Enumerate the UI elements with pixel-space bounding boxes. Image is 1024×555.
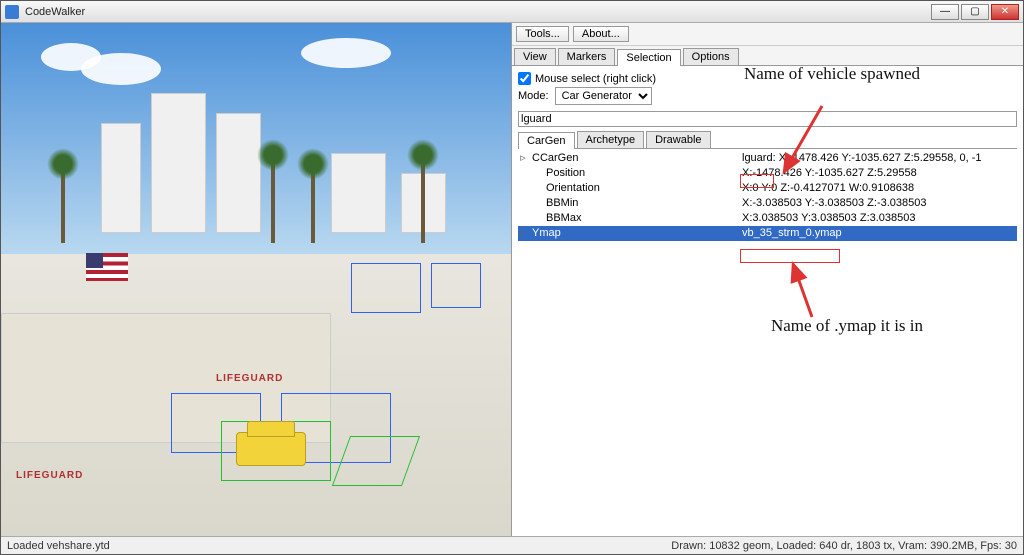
mouse-select-checkbox[interactable]: Mouse select (right click) — [518, 72, 1017, 85]
about-button[interactable]: About... — [573, 26, 629, 42]
status-bar: Loaded vehshare.ytd Drawn: 10832 geom, L… — [1, 536, 1023, 554]
prop-bbmin[interactable]: BBMin X:-3.038503 Y:-3.038503 Z:-3.03850… — [518, 196, 1017, 211]
tab-options[interactable]: Options — [683, 48, 739, 65]
tab-markers[interactable]: Markers — [558, 48, 616, 65]
mouse-select-input[interactable] — [518, 72, 531, 85]
bounding-box — [351, 263, 421, 313]
building — [101, 123, 141, 233]
building — [151, 93, 206, 233]
prop-ccargen[interactable]: ▹ CCarGen lguard: X:-1478.426 Y:-1035.62… — [518, 151, 1017, 166]
subtab-cargen[interactable]: CarGen — [518, 132, 575, 149]
sub-tabs: CarGen Archetype Drawable — [518, 131, 1017, 149]
lifeguard-sign: LIFEGUARD — [216, 373, 283, 384]
3d-viewport[interactable]: LIFEGUARD LIFEGUARD — [1, 23, 511, 536]
mode-select[interactable]: Car Generator — [555, 87, 652, 105]
status-right: Drawn: 10832 geom, Loaded: 640 dr, 1803 … — [671, 540, 1017, 552]
expand-icon[interactable]: ▹ — [518, 226, 528, 241]
palm-tree — [311, 173, 315, 243]
annotation-bottom: Name of .ymap it is in — [762, 316, 932, 336]
selection-panel: Mouse select (right click) Mode: Car Gen… — [512, 66, 1023, 536]
subtab-drawable[interactable]: Drawable — [646, 131, 710, 148]
app-icon — [5, 5, 19, 19]
prop-orientation[interactable]: Orientation X:0 Y:0 Z:-0.4127071 W:0.910… — [518, 181, 1017, 196]
minimize-button[interactable]: — — [931, 4, 959, 20]
building — [216, 113, 261, 233]
prop-ymap[interactable]: ▹ Ymap vb_35_strm_0.ymap — [518, 226, 1017, 241]
panel-toolbar: Tools... About... — [512, 23, 1023, 46]
prop-bbmax[interactable]: BBMax X:3.038503 Y:3.038503 Z:3.038503 — [518, 211, 1017, 226]
mode-row: Mode: Car Generator — [518, 87, 1017, 105]
main-tabs: View Markers Selection Options — [512, 46, 1023, 66]
tab-view[interactable]: View — [514, 48, 556, 65]
mouse-select-label: Mouse select (right click) — [535, 73, 656, 85]
prop-position[interactable]: Position X:-1478.426 Y:-1035.627 Z:5.295… — [518, 166, 1017, 181]
titlebar[interactable]: CodeWalker — ▢ ✕ — [1, 1, 1023, 23]
app-window: CodeWalker — ▢ ✕ — [0, 0, 1024, 555]
palm-tree — [61, 173, 65, 243]
selection-name-input[interactable] — [518, 111, 1017, 127]
palm-tree — [271, 163, 275, 243]
spawned-vehicle — [236, 432, 306, 466]
arrow-bottom — [787, 262, 827, 325]
properties-panel: Tools... About... View Markers Selection… — [511, 23, 1023, 536]
usa-flag — [86, 253, 128, 281]
subtab-archetype[interactable]: Archetype — [577, 131, 645, 148]
content-area: LIFEGUARD LIFEGUARD Tools... About... Vi… — [1, 23, 1023, 536]
highlight-ymap-name — [740, 249, 840, 263]
building — [331, 153, 386, 233]
clouds — [41, 43, 441, 123]
window-title: CodeWalker — [25, 6, 929, 18]
tab-selection[interactable]: Selection — [617, 49, 680, 66]
bounding-box — [431, 263, 481, 308]
lifeguard-sign: LIFEGUARD — [16, 470, 83, 481]
tools-button[interactable]: Tools... — [516, 26, 569, 42]
palm-tree — [421, 163, 425, 243]
status-left: Loaded vehshare.ytd — [7, 540, 110, 552]
expand-icon[interactable]: ▹ — [518, 151, 528, 166]
maximize-button[interactable]: ▢ — [961, 4, 989, 20]
mode-label: Mode: — [518, 90, 549, 102]
property-grid[interactable]: ▹ CCarGen lguard: X:-1478.426 Y:-1035.62… — [518, 151, 1017, 241]
close-button[interactable]: ✕ — [991, 4, 1019, 20]
